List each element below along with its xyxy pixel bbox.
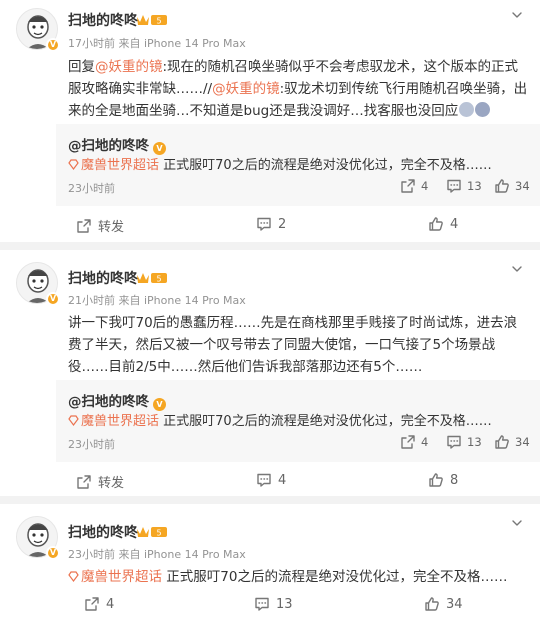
share-icon [401,179,415,193]
thumbs-up-icon [495,179,509,193]
post-body: 讲一下我叮70后的愚蠢历程……先是在商栈那里手贱接了时尚试炼，进去浪费了半天，然… [68,315,518,375]
emoji-icon [459,102,475,117]
post-body: 魔兽世界超话 正式服叮70之后的流程是绝对没优化过，完全不及格…… [68,566,528,588]
post-actions: 转发 2 4 [0,210,540,240]
svg-text:5: 5 [156,275,161,284]
comment-icon [447,179,461,193]
thumbs-up-icon [495,435,509,449]
diamond-topic-icon [68,415,79,426]
author-name[interactable]: 扫地的咚咚 [68,522,138,542]
like-button[interactable]: 4 [428,216,458,232]
diamond-topic-icon [68,159,79,170]
post-card: V 扫地的咚咚 5 21小时前 来自 iPhone 14 Pro Max 讲一下… [0,250,540,496]
author-name[interactable]: 扫地的咚咚 [68,10,138,30]
svg-text:5: 5 [156,529,161,538]
comment-button[interactable]: 13 [254,596,293,612]
body-text: 回复 [68,59,95,75]
like-button[interactable]: 34 [424,596,463,612]
quoted-comment-stat[interactable]: 13 [446,178,482,194]
quoted-time: 23小时前 [68,438,115,451]
share-icon [77,474,91,489]
comment-button[interactable]: 4 [256,472,286,488]
verified-badge-icon: V [46,38,60,52]
post-actions: 4 13 34 [0,590,540,620]
chevron-down-icon[interactable] [510,8,524,22]
post-meta: 21小时前 来自 iPhone 14 Pro Max [68,294,246,307]
topic-link[interactable]: 魔兽世界超话 [81,569,162,585]
quoted-like-stat[interactable]: 34 [494,178,530,194]
quoted-author[interactable]: @扫地的咚咚 V [68,390,166,411]
quoted-time: 23小时前 [68,182,115,195]
verified-badge-icon: V [46,292,60,306]
emoji-icon [475,102,491,117]
repost-button[interactable]: 转发 [76,472,124,491]
quoted-text: 魔兽世界超话 正式服叮70之后的流程是绝对没优化过，完全不及格…… [68,154,492,173]
repost-button[interactable]: 4 [84,596,114,612]
comment-icon [447,435,461,449]
diamond-topic-icon [68,571,79,582]
post-body: 回复@妖重的镜:现在的随机召唤坐骑似乎不会考虑驭龙术，这个版本的正式服攻略确实非… [68,56,528,122]
like-button[interactable]: 8 [428,472,458,488]
quoted-post[interactable]: @扫地的咚咚 V 魔兽世界超话 正式服叮70之后的流程是绝对没优化过，完全不及格…… [56,124,540,206]
author-name[interactable]: 扫地的咚咚 [68,268,138,288]
comment-icon [257,217,271,231]
quoted-share-stat[interactable]: 4 [400,434,428,450]
quoted-author[interactable]: @扫地的咚咚 V [68,134,166,155]
quoted-like-stat[interactable]: 34 [494,434,530,450]
quoted-comment-stat[interactable]: 13 [446,434,482,450]
post-meta: 23小时前 来自 iPhone 14 Pro Max [68,548,246,561]
share-icon [85,597,99,611]
quoted-post[interactable]: @扫地的咚咚 V 魔兽世界超话 正式服叮70之后的流程是绝对没优化过，完全不及格…… [56,380,540,462]
thumbs-up-icon [429,217,443,231]
thumbs-up-icon [425,597,439,611]
share-icon [401,435,415,449]
quoted-text: 魔兽世界超话 正式服叮70之后的流程是绝对没优化过，完全不及格…… [68,410,492,429]
vip-badge-icon: 5 [136,271,168,285]
share-icon [77,218,91,233]
verified-badge-icon: V [46,546,60,560]
topic-link[interactable]: 魔兽世界超话 [81,158,159,173]
chevron-down-icon[interactable] [510,262,524,276]
quoted-share-stat[interactable]: 4 [400,178,428,194]
chevron-down-icon[interactable] [510,516,524,530]
topic-link[interactable]: 魔兽世界超话 [81,414,159,429]
post-meta: 17小时前 来自 iPhone 14 Pro Max [68,37,246,50]
mention-link[interactable]: @妖重的镜 [95,59,163,75]
comment-button[interactable]: 2 [256,216,286,232]
comment-icon [257,473,271,487]
post-card: V 扫地的咚咚 5 23小时前 来自 iPhone 14 Pro Max 魔兽世… [0,504,540,620]
post-card: V 扫地的咚咚 5 17小时前 来自 iPhone 14 Pro Max 回复@… [0,0,540,242]
svg-text:5: 5 [156,17,161,26]
thumbs-up-icon [429,473,443,487]
comment-icon [255,597,269,611]
vip-badge-icon: 5 [136,13,168,27]
post-actions: 转发 4 8 [0,466,540,496]
mention-link[interactable]: @妖重的镜 [212,81,280,97]
repost-button[interactable]: 转发 [76,216,124,235]
vip-badge-icon: 5 [136,525,168,539]
